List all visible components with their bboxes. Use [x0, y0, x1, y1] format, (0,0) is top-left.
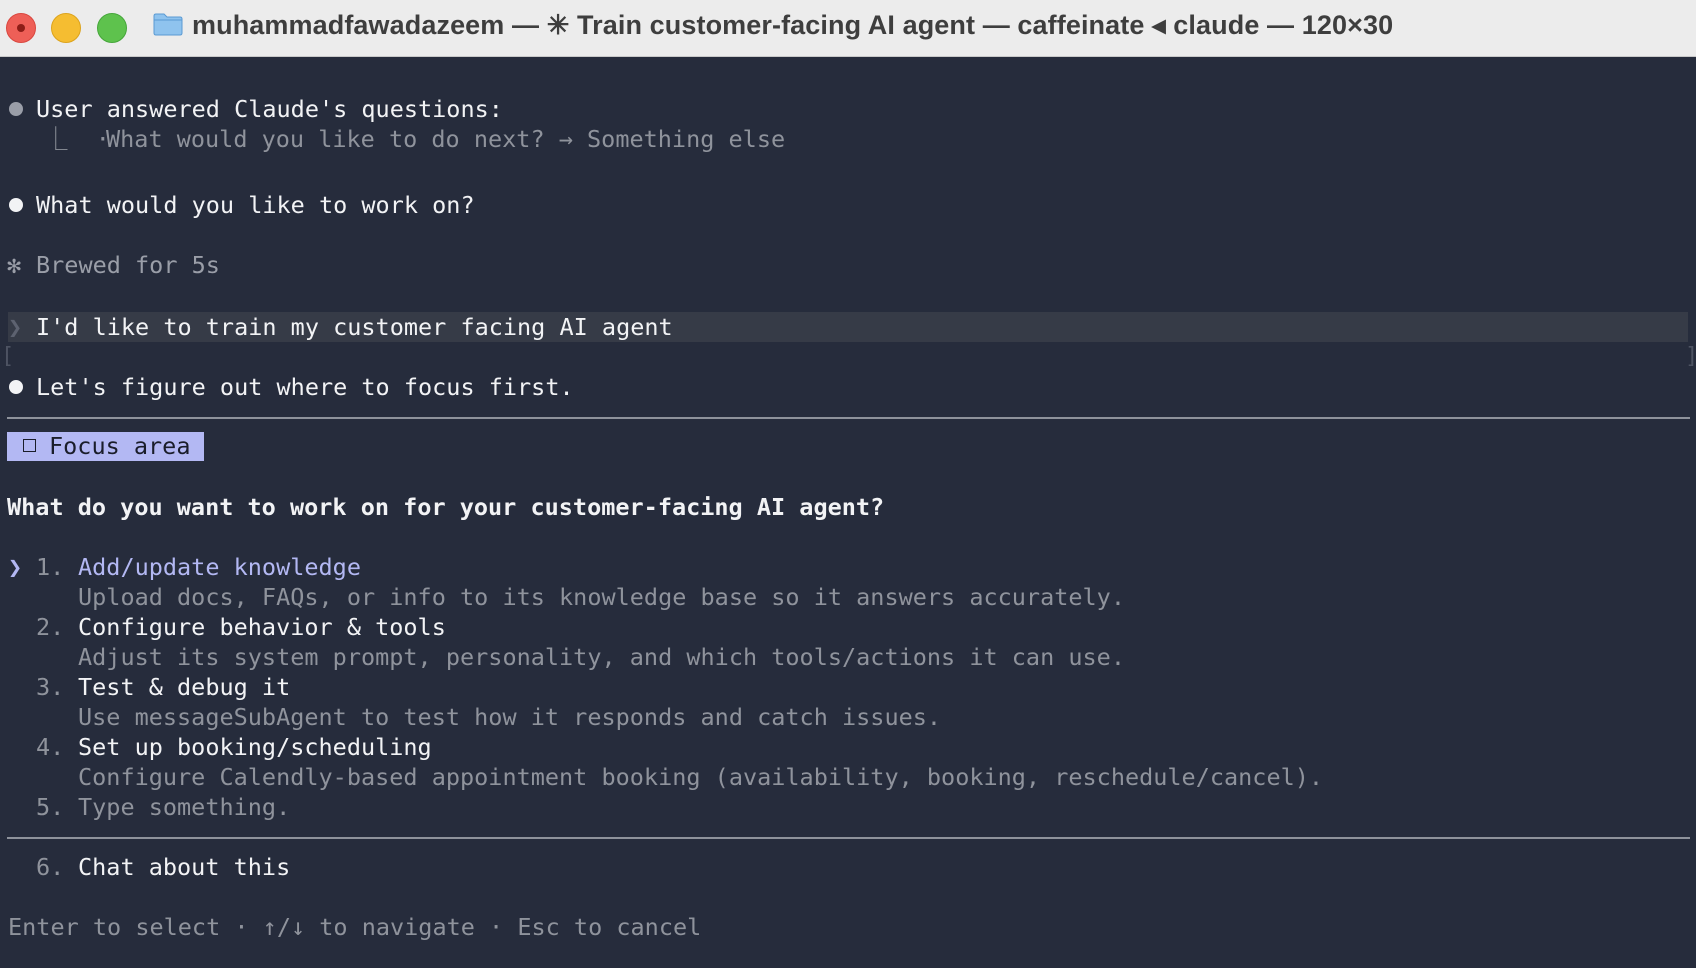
prompt-chevron-icon: ❯	[8, 313, 23, 341]
option-label: Test & debug it	[78, 673, 291, 701]
zoom-window-button[interactable]	[97, 13, 127, 43]
focus-area-badge: Focus area	[7, 432, 204, 461]
terminal-content[interactable]: User answered Claude's questions: ⎿ · Wh…	[0, 57, 1696, 968]
right-bracket: ]	[1685, 344, 1696, 369]
assistant-question: What would you like to work on?	[36, 191, 475, 219]
question-text: What do you want to work on for your cus…	[7, 493, 885, 521]
badge-label: Focus area	[49, 432, 191, 460]
folder-icon	[153, 13, 183, 36]
option-number: 4.	[36, 733, 65, 761]
option-label: Chat about this	[78, 853, 291, 881]
option-number: 6.	[36, 853, 65, 881]
option-number: 2.	[36, 613, 65, 641]
assistant-dot	[9, 198, 23, 212]
keyboard-hint: Enter to select · ↑/↓ to navigate · Esc …	[8, 913, 702, 941]
brew-status: Brewed for 5s	[36, 251, 220, 279]
close-window-button[interactable]	[6, 13, 36, 43]
minimize-window-button[interactable]	[51, 13, 81, 43]
option-number: 1.	[36, 553, 65, 581]
option-description: Adjust its system prompt, personality, a…	[78, 643, 1125, 671]
option-label: Add/update knowledge	[78, 553, 361, 581]
checkbox-icon	[23, 439, 36, 452]
divider	[7, 837, 1690, 839]
selection-cursor-icon: ❯	[8, 553, 23, 581]
answered-heading: User answered Claude's questions:	[36, 95, 503, 123]
option-description: Upload docs, FAQs, or info to its knowle…	[78, 583, 1125, 611]
option-description: Configure Calendly-based appointment boo…	[78, 763, 1324, 791]
option-number: 3.	[36, 673, 65, 701]
answered-detail: What would you like to do next? → Someth…	[106, 125, 786, 153]
option-label: Configure behavior & tools	[78, 613, 446, 641]
divider	[7, 417, 1690, 419]
window-title: muhammadfawadazeem — ✳ Train customer-fa…	[192, 10, 1394, 40]
status-dot	[9, 102, 23, 116]
brew-icon: ✻	[7, 251, 22, 279]
option-label: Type something.	[78, 793, 291, 821]
assistant-dot	[9, 380, 23, 394]
option-label: Set up booking/scheduling	[78, 733, 432, 761]
option-description: Use messageSubAgent to test how it respo…	[78, 703, 942, 731]
option-number: 5.	[36, 793, 65, 821]
title-bar: muhammadfawadazeem — ✳ Train customer-fa…	[0, 0, 1696, 57]
left-bracket: [	[1, 344, 15, 369]
assistant-reply: Let's figure out where to focus first.	[36, 373, 574, 401]
user-message: I'd like to train my customer facing AI …	[36, 313, 673, 341]
